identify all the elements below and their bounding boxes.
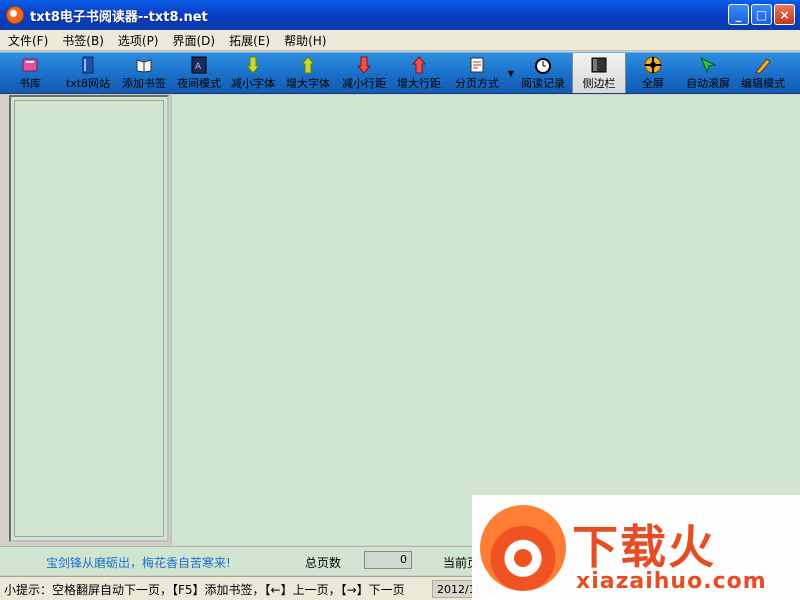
flame-logo-icon — [480, 505, 566, 591]
app-logo-icon — [6, 6, 24, 24]
menu-file[interactable]: 文件(F) — [0, 32, 54, 49]
increase-font-button[interactable]: 增大字体 — [280, 53, 336, 93]
watermark-title: 下载火 — [572, 520, 716, 574]
menu-bar: 文件(F) 书签(B) 选项(P) 界面(D) 拓展(E) 帮助(H) — [0, 30, 800, 51]
increase-spacing-icon — [410, 56, 428, 74]
watermark-domain: xiazaihuo.com — [576, 569, 767, 594]
edit-mode-button[interactable]: 编辑模式 — [736, 53, 790, 93]
sidebar-icon — [590, 56, 608, 74]
window-title: txt8电子书阅读器--txt8.net — [30, 9, 208, 25]
toolbar: 书库 txt8网站 添加书签 A 夜间模式 减小字体 增大字体 减小行距 增大行… — [0, 52, 800, 94]
window-controls: _ □ × — [728, 4, 795, 25]
reading-history-button[interactable]: 阅读记录 — [514, 53, 572, 93]
library-button[interactable]: 书库 — [0, 53, 60, 93]
books-icon — [21, 56, 39, 74]
menu-bookmarks[interactable]: 书签(B) — [54, 32, 110, 49]
decrease-font-icon — [244, 56, 262, 74]
pagination-icon — [468, 56, 486, 74]
history-clock-icon — [534, 56, 552, 74]
total-pages-label: 总页数 — [305, 556, 342, 570]
decrease-spacing-button[interactable]: 减小行距 — [336, 53, 392, 93]
fullscreen-button[interactable]: 全屏 — [626, 53, 680, 93]
edit-pencil-icon — [754, 56, 772, 74]
reading-area[interactable] — [172, 95, 800, 545]
night-mode-icon: A — [190, 56, 208, 74]
menu-help[interactable]: 帮助(H) — [276, 32, 332, 49]
auto-scroll-button[interactable]: 自动滚屏 — [680, 53, 736, 93]
decrease-font-button[interactable]: 减小字体 — [226, 53, 280, 93]
menu-extensions[interactable]: 拓展(E) — [221, 32, 276, 49]
close-button[interactable]: × — [774, 4, 795, 25]
pagination-mode-button[interactable]: 分页方式 ▼ — [446, 53, 514, 93]
add-bookmark-button[interactable]: 添加书签 — [116, 53, 172, 93]
minimize-button[interactable]: _ — [728, 4, 749, 25]
fullscreen-icon — [644, 56, 662, 74]
app-window: txt8电子书阅读器--txt8.net _ □ × 文件(F) 书签(B) 选… — [0, 0, 800, 600]
increase-font-icon — [299, 56, 317, 74]
increase-spacing-button[interactable]: 增大行距 — [392, 53, 446, 93]
motto-text: 宝剑锋从磨砺出，梅花香自苦寒来! — [46, 556, 231, 570]
website-button[interactable]: txt8网站 — [60, 53, 116, 93]
maximize-button[interactable]: □ — [751, 4, 772, 25]
night-mode-button[interactable]: A 夜间模式 — [172, 53, 226, 93]
website-icon — [79, 56, 97, 74]
menu-interface[interactable]: 界面(D) — [165, 32, 222, 49]
add-bookmark-icon — [135, 56, 153, 74]
sidebar-toggle-button[interactable]: 侧边栏 — [572, 53, 626, 93]
sidebar-list[interactable] — [14, 100, 164, 537]
menu-options[interactable]: 选项(P) — [110, 32, 165, 49]
title-bar[interactable]: txt8电子书阅读器--txt8.net _ □ × — [0, 0, 800, 30]
svg-text:A: A — [195, 62, 202, 72]
auto-scroll-icon — [699, 56, 717, 74]
watermark-logo: 下载火 xiazaihuo.com — [472, 495, 800, 600]
status-hint: 小提示：空格翻屏自动下一页，【F5】添加书签，【←】上一页，【→】下一页 — [4, 582, 405, 597]
sidebar-panel[interactable] — [9, 95, 169, 542]
total-pages-value: 0 — [364, 551, 412, 569]
decrease-spacing-icon — [355, 56, 373, 74]
